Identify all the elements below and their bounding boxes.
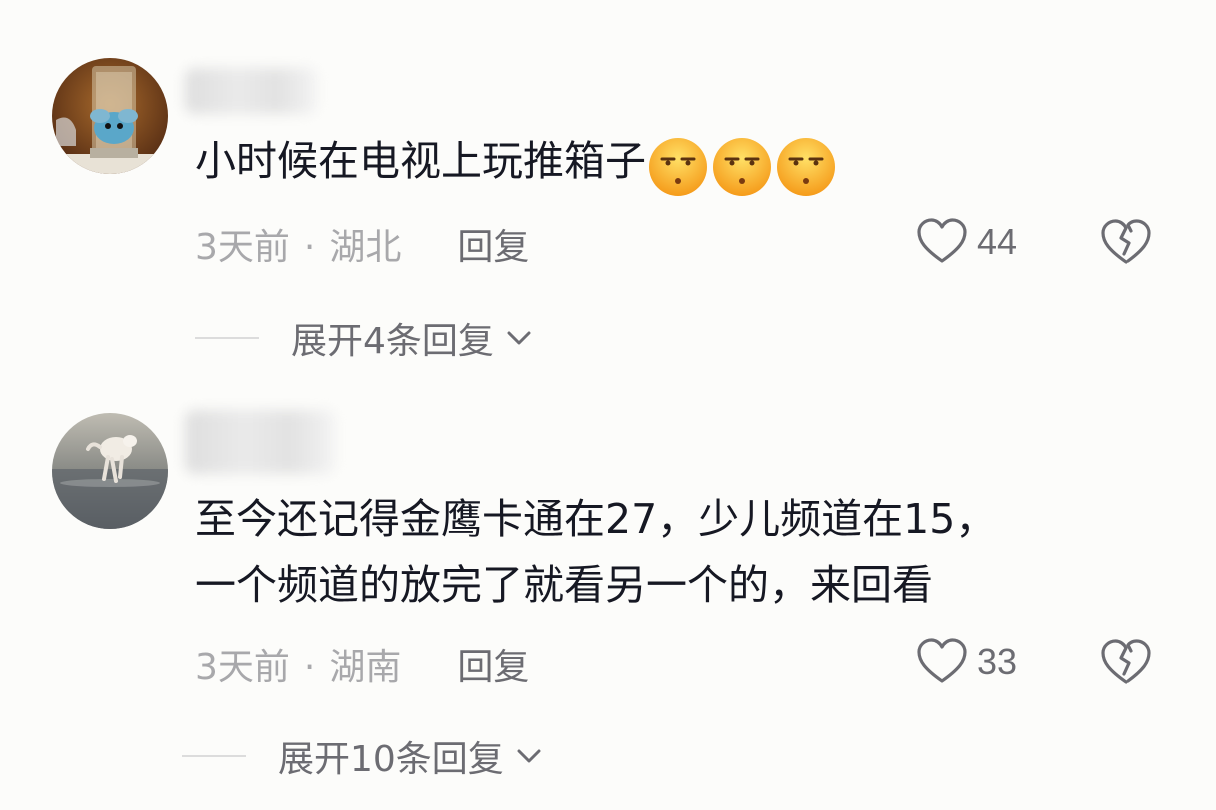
comment-time: 3天前 — [195, 227, 290, 268]
like-count: 44 — [977, 221, 1018, 262]
expand-replies-button[interactable]: 展开10条回复 — [182, 730, 544, 782]
expand-replies-label: 展开10条回复 — [278, 739, 504, 780]
broken-heart-icon[interactable] — [1098, 634, 1154, 690]
emoji-group — [648, 131, 840, 197]
comment-text: 小时候在电视上玩推箱子 — [195, 128, 840, 197]
username-blurred[interactable] — [185, 410, 335, 474]
reply-button[interactable]: 回复 — [457, 227, 529, 268]
chevron-down-icon — [507, 331, 531, 345]
comment-meta: 3天前 · 湖南 回复 — [195, 638, 529, 690]
like-button[interactable]: 44 — [915, 212, 1017, 272]
comment-text-content: 小时候在电视上玩推箱子 — [195, 137, 646, 185]
reply-button[interactable]: 回复 — [457, 647, 529, 688]
separator-dot: · — [303, 227, 316, 268]
comment-text: 至今还记得金鹰卡通在27，少儿频道在15， 一个频道的放完了就看另一个的，来回看 — [195, 486, 996, 618]
username-blurred[interactable] — [185, 68, 317, 114]
expand-replies-label: 展开4条回复 — [291, 321, 494, 362]
heart-icon — [917, 638, 967, 683]
avatar[interactable] — [52, 58, 168, 174]
broken-heart-icon[interactable] — [1098, 214, 1154, 270]
smirk-face-icon — [649, 138, 707, 196]
comment-text-line: 至今还记得金鹰卡通在27，少儿频道在15， — [195, 495, 997, 543]
smirk-face-icon — [713, 138, 771, 196]
comment-location: 湖北 — [329, 227, 402, 268]
chevron-down-icon — [517, 749, 541, 763]
separator-dot: · — [303, 647, 316, 688]
expand-replies-button[interactable]: 展开4条回复 — [195, 312, 534, 364]
smirk-face-icon — [777, 138, 835, 196]
heart-icon — [917, 218, 967, 263]
like-count: 33 — [977, 641, 1018, 682]
comment-location: 湖南 — [329, 647, 402, 688]
avatar[interactable] — [52, 413, 168, 529]
comment-time: 3天前 — [195, 647, 290, 688]
divider-line — [195, 337, 259, 339]
divider-line — [182, 755, 246, 757]
comment-text-line: 一个频道的放完了就看另一个的，来回看 — [195, 561, 933, 609]
comment-meta: 3天前 · 湖北 回复 — [195, 218, 529, 270]
like-button[interactable]: 33 — [915, 632, 1017, 692]
